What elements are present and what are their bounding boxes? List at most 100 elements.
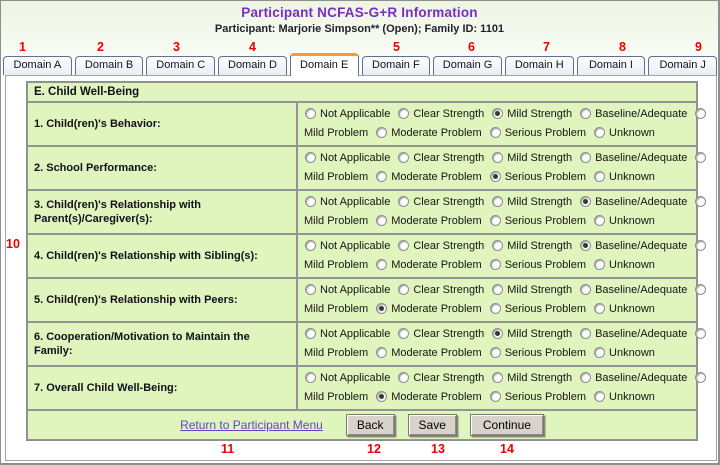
radio-label-mild-strength: Mild Strength xyxy=(507,328,572,340)
radio-label-serious-problem: Serious Problem xyxy=(505,259,586,271)
radio-label-baseline-adequate: Baseline/Adequate xyxy=(595,108,687,120)
radio-clear-strength[interactable] xyxy=(398,108,409,119)
options-cell: Not ApplicableClear StrengthMild Strengt… xyxy=(297,102,697,146)
radio-mild-strength[interactable] xyxy=(492,196,503,207)
radio-serious-problem[interactable] xyxy=(490,215,501,226)
question-row: 3. Child(ren)'s Relationship with Parent… xyxy=(27,190,697,234)
continue-button[interactable]: Continue xyxy=(470,414,544,436)
radio-moderate-problem[interactable] xyxy=(376,259,387,270)
radio-unknown[interactable] xyxy=(594,391,605,402)
radio-moderate-problem[interactable] xyxy=(376,171,387,182)
tab-domain-h[interactable]: Domain H xyxy=(505,56,574,75)
tab-domain-d[interactable]: Domain D xyxy=(218,56,287,75)
radio-mild-problem[interactable] xyxy=(695,108,706,119)
radio-unknown[interactable] xyxy=(594,215,605,226)
radio-not-applicable[interactable] xyxy=(305,372,316,383)
radio-unknown[interactable] xyxy=(594,347,605,358)
return-to-participant-menu-link[interactable]: Return to Participant Menu xyxy=(180,418,323,432)
radio-label-mild-problem: Mild Problem xyxy=(304,347,368,359)
radio-not-applicable[interactable] xyxy=(305,284,316,295)
radio-baseline-adequate[interactable] xyxy=(580,196,591,207)
radio-mild-problem[interactable] xyxy=(695,152,706,163)
options-cell: Not ApplicableClear StrengthMild Strengt… xyxy=(297,190,697,234)
radio-baseline-adequate[interactable] xyxy=(580,372,591,383)
page-title: Participant NCFAS-G+R Information xyxy=(1,5,718,20)
radio-serious-problem[interactable] xyxy=(490,127,501,138)
radio-clear-strength[interactable] xyxy=(398,328,409,339)
radio-clear-strength[interactable] xyxy=(398,284,409,295)
question-label: 1. Child(ren)'s Behavior: xyxy=(27,102,297,146)
assessment-body: E. Child Well-Being xyxy=(27,82,697,102)
radio-not-applicable[interactable] xyxy=(305,108,316,119)
radio-not-applicable[interactable] xyxy=(305,240,316,251)
question-label: 7. Overall Child Well-Being: xyxy=(27,366,297,410)
question-row: 6. Cooperation/Motivation to Maintain th… xyxy=(27,322,697,366)
radio-mild-problem[interactable] xyxy=(695,284,706,295)
radio-mild-problem[interactable] xyxy=(695,328,706,339)
radio-serious-problem[interactable] xyxy=(490,347,501,358)
radio-moderate-problem[interactable] xyxy=(376,303,387,314)
radio-serious-problem[interactable] xyxy=(490,259,501,270)
question-label: 6. Cooperation/Motivation to Maintain th… xyxy=(27,322,297,366)
radio-mild-strength[interactable] xyxy=(492,108,503,119)
radio-label-unknown: Unknown xyxy=(609,303,655,315)
tab-domain-c[interactable]: Domain C xyxy=(146,56,215,75)
radio-clear-strength[interactable] xyxy=(398,152,409,163)
radio-label-moderate-problem: Moderate Problem xyxy=(391,347,482,359)
radio-mild-problem[interactable] xyxy=(695,196,706,207)
radio-label-clear-strength: Clear Strength xyxy=(413,108,484,120)
tab-domain-f[interactable]: Domain F xyxy=(362,56,431,75)
radio-clear-strength[interactable] xyxy=(398,372,409,383)
radio-unknown[interactable] xyxy=(594,171,605,182)
radio-not-applicable[interactable] xyxy=(305,152,316,163)
radio-label-unknown: Unknown xyxy=(609,171,655,183)
radio-not-applicable[interactable] xyxy=(305,328,316,339)
question-label: 5. Child(ren)'s Relationship with Peers: xyxy=(27,278,297,322)
radio-baseline-adequate[interactable] xyxy=(580,328,591,339)
radio-unknown[interactable] xyxy=(594,127,605,138)
radio-label-not-applicable: Not Applicable xyxy=(320,372,390,384)
radio-mild-strength[interactable] xyxy=(492,152,503,163)
radio-label-mild-problem: Mild Problem xyxy=(304,259,368,271)
radio-moderate-problem[interactable] xyxy=(376,127,387,138)
radio-label-not-applicable: Not Applicable xyxy=(320,108,390,120)
radio-mild-problem[interactable] xyxy=(695,372,706,383)
radio-label-mild-strength: Mild Strength xyxy=(507,240,572,252)
radio-serious-problem[interactable] xyxy=(490,391,501,402)
radio-clear-strength[interactable] xyxy=(398,196,409,207)
radio-mild-strength[interactable] xyxy=(492,372,503,383)
radio-label-baseline-adequate: Baseline/Adequate xyxy=(595,284,687,296)
radio-unknown[interactable] xyxy=(594,303,605,314)
radio-serious-problem[interactable] xyxy=(490,171,501,182)
back-button[interactable]: Back xyxy=(346,414,395,436)
radio-not-applicable[interactable] xyxy=(305,196,316,207)
radio-baseline-adequate[interactable] xyxy=(580,108,591,119)
radio-baseline-adequate[interactable] xyxy=(580,240,591,251)
radio-mild-problem[interactable] xyxy=(695,240,706,251)
radio-unknown[interactable] xyxy=(594,259,605,270)
radio-baseline-adequate[interactable] xyxy=(580,152,591,163)
section-title: E. Child Well-Being xyxy=(27,82,697,102)
tab-domain-j[interactable]: Domain J xyxy=(648,56,717,75)
radio-label-mild-strength: Mild Strength xyxy=(507,152,572,164)
radio-moderate-problem[interactable] xyxy=(376,347,387,358)
radio-label-mild-problem: Mild Problem xyxy=(304,171,368,183)
radio-mild-strength[interactable] xyxy=(492,284,503,295)
radio-mild-strength[interactable] xyxy=(492,240,503,251)
radio-mild-strength[interactable] xyxy=(492,328,503,339)
save-button[interactable]: Save xyxy=(408,414,457,436)
radio-moderate-problem[interactable] xyxy=(376,391,387,402)
radio-label-mild-problem: Mild Problem xyxy=(304,127,368,139)
tab-domain-a[interactable]: Domain A xyxy=(3,56,72,75)
radio-clear-strength[interactable] xyxy=(398,240,409,251)
radio-label-serious-problem: Serious Problem xyxy=(505,215,586,227)
question-row: 7. Overall Child Well-Being: Not Applicab… xyxy=(27,366,697,410)
tab-domain-i[interactable]: Domain I xyxy=(577,56,646,75)
radio-moderate-problem[interactable] xyxy=(376,215,387,226)
tab-domain-g[interactable]: Domain G xyxy=(433,56,502,75)
radio-label-baseline-adequate: Baseline/Adequate xyxy=(595,196,687,208)
tab-domain-b[interactable]: Domain B xyxy=(75,56,144,75)
radio-serious-problem[interactable] xyxy=(490,303,501,314)
radio-baseline-adequate[interactable] xyxy=(580,284,591,295)
radio-label-moderate-problem: Moderate Problem xyxy=(391,391,482,403)
